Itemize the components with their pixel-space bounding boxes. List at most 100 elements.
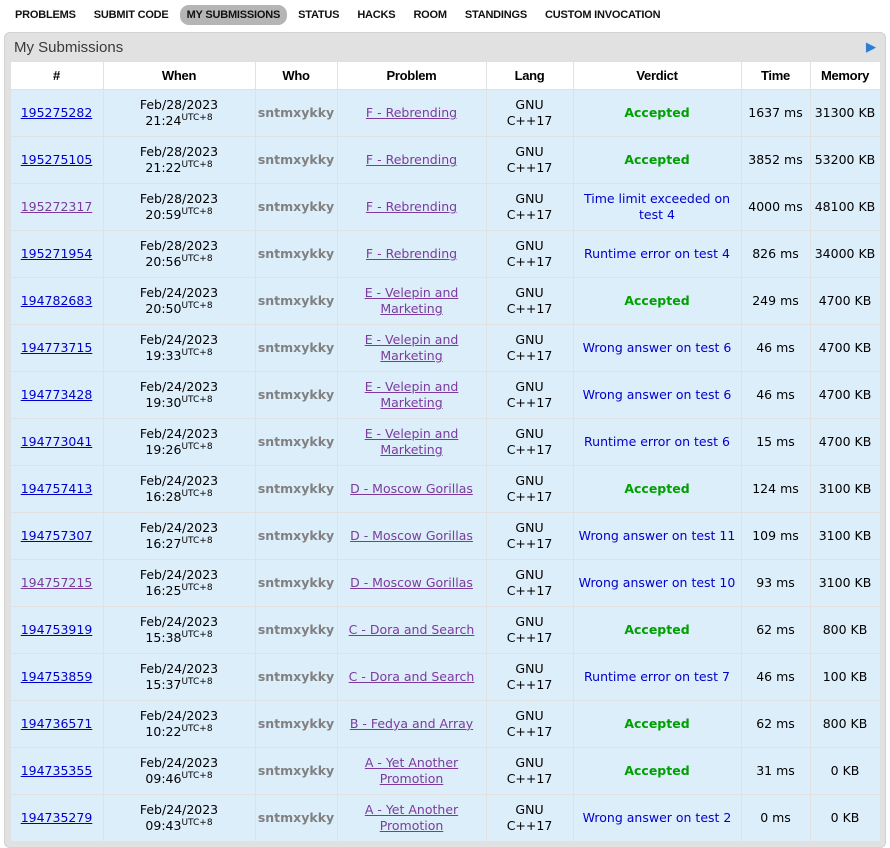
verdict-text[interactable]: Accepted [624,105,689,120]
submission-link[interactable]: 194757215 [21,575,93,590]
user-handle-link[interactable]: sntmxykky [258,669,334,684]
memory-cell: 3100 KB [810,513,880,560]
who-cell: sntmxykky [255,90,337,137]
submission-link[interactable]: 194753859 [21,669,93,684]
problem-link[interactable]: F - Rebrending [366,246,457,262]
problem-link[interactable]: F - Rebrending [366,152,457,168]
verdict-text[interactable]: Wrong answer on test 10 [579,575,736,590]
submission-id-cell: 194773715 [10,325,103,372]
user-handle-link[interactable]: sntmxykky [258,763,334,778]
problem-link[interactable]: E - Velepin and Marketing [342,426,482,459]
user-handle-link[interactable]: sntmxykky [258,622,334,637]
problem-link[interactable]: E - Velepin and Marketing [342,332,482,365]
nav-item-submit-code[interactable]: Submit Code [87,5,176,25]
nav-item-status[interactable]: Status [291,5,346,25]
nav-item-standings[interactable]: Standings [458,5,534,25]
verdict-text[interactable]: Accepted [624,293,689,308]
problem-link[interactable]: A - Yet Another Promotion [342,755,482,788]
memory-value: 800 KB [823,622,868,637]
verdict-cell: Wrong answer on test 2 [573,795,741,842]
verdict-text[interactable]: Accepted [624,152,689,167]
submission-link[interactable]: 194757307 [21,528,93,543]
submission-link[interactable]: 194735279 [21,810,93,825]
submission-link[interactable]: 194773428 [21,387,93,402]
memory-cell: 4700 KB [810,372,880,419]
verdict-text[interactable]: Wrong answer on test 6 [583,387,732,402]
user-handle-link[interactable]: sntmxykky [258,340,334,355]
submission-row: 194753859 Feb/24/2023 15:37UTC+8 sntmxyk… [10,654,880,701]
memory-value: 3100 KB [819,481,872,496]
problem-link[interactable]: F - Rebrending [366,199,457,215]
submission-link[interactable]: 194782683 [21,293,93,308]
verdict-text[interactable]: Runtime error on test 6 [584,434,730,449]
user-handle-link[interactable]: sntmxykky [258,387,334,402]
timezone-label: UTC+8 [181,442,212,452]
submission-link[interactable]: 194736571 [21,716,93,731]
user-handle-link[interactable]: sntmxykky [258,199,334,214]
user-handle-link[interactable]: sntmxykky [258,716,334,731]
col-header-when: When [103,62,255,90]
user-handle-link[interactable]: sntmxykky [258,528,334,543]
problem-link[interactable]: C - Dora and Search [349,622,475,638]
problem-link[interactable]: D - Moscow Gorillas [350,481,473,497]
verdict-text[interactable]: Wrong answer on test 6 [583,340,732,355]
when-cell: Feb/24/2023 09:43UTC+8 [103,795,255,842]
lang-cell: GNU C++17 [486,231,573,278]
submission-link[interactable]: 194735355 [21,763,93,778]
verdict-text[interactable]: Wrong answer on test 2 [583,810,732,825]
user-handle-link[interactable]: sntmxykky [258,152,334,167]
nav-item-problems[interactable]: Problems [8,5,83,25]
user-handle-link[interactable]: sntmxykky [258,481,334,496]
problem-link[interactable]: C - Dora and Search [349,669,475,685]
problem-link[interactable]: F - Rebrending [366,105,457,121]
problem-cell: F - Rebrending [337,90,486,137]
problem-link[interactable]: E - Velepin and Marketing [342,379,482,412]
user-handle-link[interactable]: sntmxykky [258,105,334,120]
verdict-text[interactable]: Time limit exceeded on test 4 [584,191,730,222]
user-handle-link[interactable]: sntmxykky [258,293,334,308]
submission-time: 20:56UTC+8 [106,254,253,270]
nav-item-custom-invocation[interactable]: Custom Invocation [538,5,667,25]
submission-time: 21:22UTC+8 [106,160,253,176]
submission-id-cell: 194753919 [10,607,103,654]
problem-link[interactable]: A - Yet Another Promotion [342,802,482,835]
verdict-text[interactable]: Wrong answer on test 11 [579,528,736,543]
memory-value: 34000 KB [815,246,876,261]
user-handle-link[interactable]: sntmxykky [258,575,334,590]
problem-cell: F - Rebrending [337,231,486,278]
verdict-text[interactable]: Accepted [624,716,689,731]
submission-link[interactable]: 195271954 [21,246,93,261]
nav-item-my-submissions[interactable]: My Submissions [180,5,288,25]
submission-link[interactable]: 194773715 [21,340,93,355]
verdict-text[interactable]: Runtime error on test 7 [584,669,730,684]
problem-link[interactable]: E - Velepin and Marketing [342,285,482,318]
submission-link[interactable]: 194773041 [21,434,93,449]
submission-id-cell: 194735355 [10,748,103,795]
problem-link[interactable]: D - Moscow Gorillas [350,528,473,544]
submission-link[interactable]: 194753919 [21,622,93,637]
who-cell: sntmxykky [255,607,337,654]
submission-date: Feb/24/2023 [106,520,253,536]
timezone-label: UTC+8 [181,583,212,593]
lang-cell: GNU C++17 [486,325,573,372]
verdict-text[interactable]: Accepted [624,763,689,778]
user-handle-link[interactable]: sntmxykky [258,434,334,449]
expand-arrow-icon[interactable]: ▶ [866,41,876,54]
verdict-text[interactable]: Accepted [624,481,689,496]
nav-item-room[interactable]: Room [406,5,453,25]
verdict-text[interactable]: Runtime error on test 4 [584,246,730,261]
submission-link[interactable]: 195275282 [21,105,93,120]
submission-time: 16:28UTC+8 [106,489,253,505]
submission-link[interactable]: 195272317 [21,199,93,214]
submission-date: Feb/24/2023 [106,285,253,301]
problem-link[interactable]: D - Moscow Gorillas [350,575,473,591]
time-cell: 93 ms [741,560,810,607]
verdict-text[interactable]: Accepted [624,622,689,637]
submission-link[interactable]: 195275105 [21,152,93,167]
problem-link[interactable]: B - Fedya and Array [350,716,473,732]
submission-link[interactable]: 194757413 [21,481,93,496]
user-handle-link[interactable]: sntmxykky [258,246,334,261]
user-handle-link[interactable]: sntmxykky [258,810,334,825]
verdict-cell: Accepted [573,137,741,184]
nav-item-hacks[interactable]: Hacks [350,5,402,25]
